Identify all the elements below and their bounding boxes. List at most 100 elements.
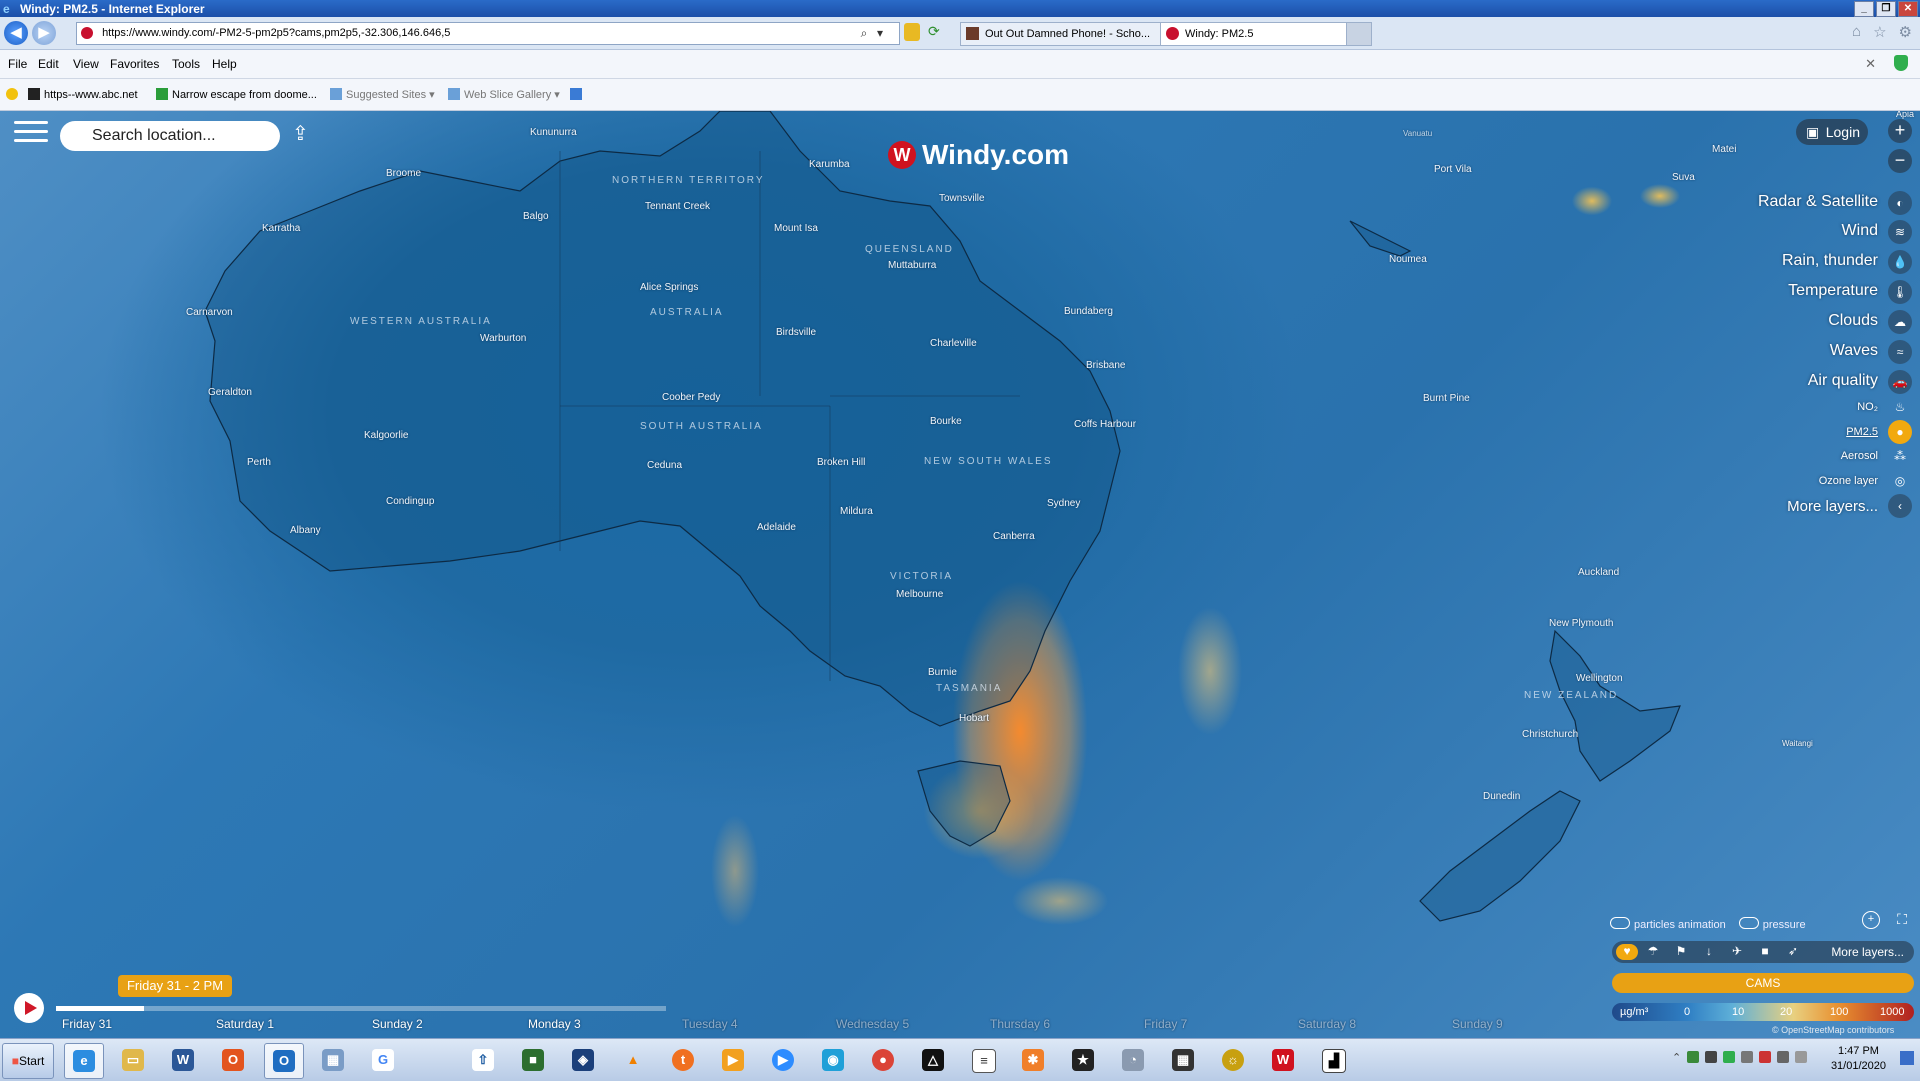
city-label[interactable]: Coober Pedy (662, 392, 720, 403)
city-label[interactable]: Hobart (959, 713, 989, 724)
overlay-more-layers[interactable]: More layers... (1831, 945, 1904, 959)
city-label[interactable]: Vanuatu (1403, 129, 1432, 138)
city-label[interactable]: Tennant Creek (645, 201, 710, 212)
layer-rain-thunder[interactable]: Rain, thunder (1782, 252, 1878, 270)
particles-toggle[interactable]: particles animation (1610, 917, 1726, 931)
pm25-legend[interactable]: µg/m³ 0 10 20 100 1000 (1612, 1003, 1914, 1021)
layer-waves[interactable]: Waves (1830, 342, 1878, 360)
taskbar-app[interactable]: ◈ (564, 1043, 602, 1077)
city-label[interactable]: Condingup (386, 496, 434, 507)
city-label[interactable]: Ceduna (647, 460, 682, 471)
favorites-star-icon[interactable]: ☆ (1873, 23, 1886, 41)
menu-tools[interactable]: Tools (172, 57, 200, 71)
address-bar[interactable]: https://www.windy.com/-PM2-5-pm2p5?cams,… (76, 22, 900, 45)
windy-logo[interactable]: W Windy.com (888, 139, 1069, 171)
layer-clouds[interactable]: Clouds (1828, 312, 1878, 330)
city-label[interactable]: Coffs Harbour (1074, 419, 1136, 430)
menu-favorites[interactable]: Favorites (110, 57, 159, 71)
layer-aerosol[interactable]: Aerosol (1841, 450, 1878, 462)
waves-icon[interactable]: ≈ (1888, 340, 1912, 364)
taskbar-app[interactable]: ≡ (964, 1043, 1002, 1077)
tray-volume-icon[interactable] (1795, 1051, 1808, 1063)
taskbar-app[interactable]: ■ (514, 1043, 552, 1077)
city-label[interactable]: Noumea (1389, 254, 1427, 265)
favorite-bi-icon[interactable] (570, 88, 586, 101)
timeline-day[interactable]: Tuesday 4 (682, 1017, 738, 1031)
taskbar-word[interactable]: W (164, 1043, 202, 1077)
timeline-day[interactable]: Wednesday 5 (836, 1017, 909, 1031)
taskbar-app[interactable]: ✱ (1014, 1043, 1052, 1077)
bulb-icon[interactable]: ♨ (1888, 395, 1912, 419)
zoom-out-button[interactable]: − (1888, 149, 1912, 173)
security-shield-icon[interactable] (1894, 55, 1908, 71)
city-label[interactable]: Kalgoorlie (364, 430, 408, 441)
taskbar-app[interactable]: ▟ (1314, 1043, 1352, 1077)
share-icon[interactable]: ⇪ (292, 121, 316, 145)
tab-out-out-damned-phone[interactable]: Out Out Damned Phone! - Scho... (960, 22, 1176, 46)
city-label[interactable]: Waitangi (1782, 739, 1813, 748)
car-icon[interactable]: 🚗 (1888, 370, 1912, 394)
city-label[interactable]: Balgo (523, 211, 549, 222)
timeline-day[interactable]: Sunday 2 (372, 1017, 423, 1031)
zoom-in-button[interactable]: + (1888, 119, 1912, 143)
forward-button[interactable]: ▶ (32, 21, 56, 45)
back-button[interactable]: ◀ (4, 21, 28, 45)
dropdown-icon[interactable]: ▾ (873, 25, 887, 41)
taskbar-ie[interactable]: e (64, 1043, 104, 1079)
tray-app-icon[interactable] (1687, 1051, 1700, 1063)
settings-gear-icon[interactable]: ⚙ (1899, 23, 1912, 41)
search-icon[interactable]: ⌕ (857, 25, 871, 41)
timeline-day[interactable]: Saturday 1 (216, 1017, 274, 1031)
menu-edit[interactable]: Edit (38, 57, 59, 71)
time-bubble[interactable]: Friday 31 - 2 PM (118, 975, 232, 997)
refresh-icon[interactable]: ⟳ (928, 23, 946, 41)
timeline-day[interactable]: Thursday 6 (990, 1017, 1050, 1031)
layer-wind[interactable]: Wind (1842, 222, 1878, 240)
tray-expand-icon[interactable]: ⌃ (1672, 1051, 1681, 1064)
gps-locate-icon[interactable]: + (1862, 911, 1880, 929)
city-label[interactable]: Burnie (928, 667, 957, 678)
city-label[interactable]: Carnarvon (186, 307, 233, 318)
favorites-star-icon[interactable] (6, 88, 22, 101)
taskbar-vlc[interactable]: ▲ (614, 1043, 652, 1077)
city-label[interactable]: Warburton (480, 333, 526, 344)
favorite-suggested-sites[interactable]: Suggested Sites ▾ (330, 88, 435, 101)
taskbar-windy[interactable]: W (1264, 1043, 1302, 1077)
city-label[interactable]: Birdsville (776, 327, 816, 338)
city-label[interactable]: New Plymouth (1549, 618, 1613, 629)
layer-no2[interactable]: NO₂ (1857, 401, 1878, 413)
city-label[interactable]: Brisbane (1086, 360, 1125, 371)
tab-windy-pm25[interactable]: Windy: PM2.5 ✕ (1160, 22, 1366, 46)
taskbar-app[interactable]: ◔ (1114, 1043, 1152, 1077)
taskbar-chrome[interactable]: ● (864, 1043, 902, 1077)
favorite-narrow-escape[interactable]: Narrow escape from doome... (156, 88, 317, 101)
taskbar-app[interactable]: ☼ (1214, 1043, 1252, 1077)
chevron-left-icon[interactable]: ‹ (1888, 494, 1912, 518)
login-button[interactable]: ▣ Login (1796, 119, 1868, 145)
layer-ozone[interactable]: Ozone layer (1819, 475, 1878, 487)
tray-app-icon[interactable] (1777, 1051, 1790, 1063)
city-label[interactable]: Auckland (1578, 567, 1619, 578)
city-label[interactable]: Geraldton (208, 387, 252, 398)
timeline-day[interactable]: Sunday 9 (1452, 1017, 1503, 1031)
flag-icon[interactable]: ⚑ (1670, 944, 1692, 960)
play-button[interactable] (14, 993, 44, 1023)
new-tab-button[interactable] (1346, 22, 1372, 46)
city-label[interactable]: Christchurch (1522, 729, 1578, 740)
taskbar-google[interactable]: G (364, 1043, 402, 1077)
city-label[interactable]: Karratha (262, 223, 300, 234)
thermometer-overlay-icon[interactable]: ↓ (1698, 944, 1720, 960)
timeline-day[interactable]: Monday 3 (528, 1017, 581, 1031)
cloud-icon[interactable]: ☁ (1888, 310, 1912, 334)
city-label[interactable]: Bourke (930, 416, 962, 427)
airport-icon[interactable]: ✈ (1726, 944, 1748, 960)
tray-app-icon[interactable] (1723, 1051, 1736, 1063)
city-label[interactable]: Adelaide (757, 522, 796, 533)
city-label[interactable]: Charleville (930, 338, 977, 349)
city-label[interactable]: Wellington (1576, 673, 1623, 684)
menu-file[interactable]: File (8, 57, 27, 71)
taskbar-clock[interactable]: 1:47 PM 31/01/2020 (1831, 1044, 1886, 1074)
tray-app-icon[interactable] (1705, 1051, 1718, 1063)
wind-icon[interactable]: ≋ (1888, 220, 1912, 244)
minimize-button[interactable]: _ (1854, 1, 1874, 17)
